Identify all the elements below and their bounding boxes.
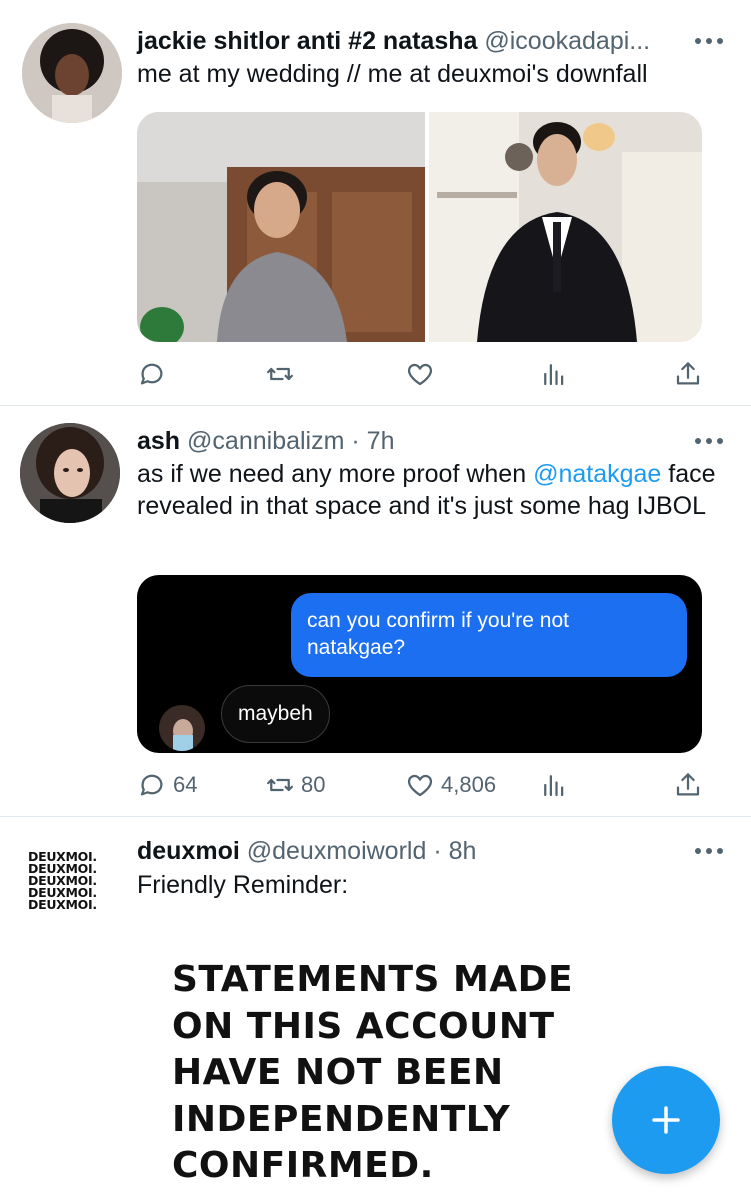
user-handle[interactable]: @deuxmoiworld	[247, 837, 427, 865]
reply-button[interactable]	[137, 356, 173, 392]
statement-line: HAVE NOT BEEN	[172, 1052, 504, 1093]
reply-message-text: maybeh	[238, 702, 313, 725]
like-button[interactable]: 4,806	[405, 767, 496, 803]
heart-icon	[407, 774, 433, 797]
tweet-text: as if we need any more proof when @natak…	[137, 458, 717, 522]
avatar-jackie[interactable]	[22, 23, 122, 123]
mention-link[interactable]: @natakgae	[533, 460, 661, 488]
text-part: as if we need any more proof when	[137, 460, 534, 488]
display-name[interactable]: deuxmoi	[137, 837, 240, 865]
heart-icon	[407, 363, 433, 386]
reply-icon	[140, 363, 163, 385]
tweet-time[interactable]: · 8h	[433, 837, 476, 865]
analytics-icon	[544, 364, 564, 386]
retweet-icon	[267, 778, 293, 792]
compose-tweet-button[interactable]	[612, 1066, 720, 1174]
tweet-actions	[137, 356, 702, 392]
more-options-icon[interactable]	[695, 436, 723, 446]
statement-line: INDEPENDENTLY	[172, 1098, 511, 1140]
more-options-icon[interactable]	[695, 846, 723, 856]
statement-image[interactable]: STATEMENTS MADE ON THIS ACCOUNT HAVE NOT…	[172, 957, 652, 1190]
display-name[interactable]: jackie shitlor anti #2 natasha	[137, 27, 477, 55]
tweet-actions: 64 80 4,806	[137, 767, 702, 803]
tweet-text: Friendly Reminder:	[137, 871, 349, 899]
tweet-screenshot[interactable]: can you confirm if you're not natakgae? …	[137, 575, 702, 753]
tweet-time[interactable]: · 7h	[351, 427, 394, 455]
analytics-icon	[544, 775, 564, 797]
like-button[interactable]	[405, 356, 441, 392]
statement-line: ON THIS ACCOUNT	[172, 1005, 555, 1047]
display-name[interactable]: ash	[137, 427, 180, 455]
tweet-header: ash @cannibalizm · 7h	[137, 426, 394, 456]
statement-line: STATEMENTS MADE	[172, 959, 574, 1000]
sent-message-bubble: can you confirm if you're not natakgae?	[291, 593, 687, 677]
tweet-text: me at my wedding // me at deuxmoi's down…	[137, 60, 648, 88]
like-count: 4,806	[441, 772, 497, 797]
avatar-line: DEUXMOI.	[28, 897, 97, 912]
avatar-deuxmoi[interactable]: DEUXMOI. DEUXMOI. DEUXMOI. DEUXMOI. DEUX…	[28, 850, 118, 912]
reply-icon	[140, 774, 163, 796]
reply-message-bubble: maybeh	[221, 685, 330, 743]
share-icon	[676, 362, 700, 385]
sender-avatar	[159, 705, 205, 751]
tweet-photo[interactable]	[137, 112, 702, 342]
analytics-button[interactable]	[539, 356, 569, 392]
tweet-header: jackie shitlor anti #2 natasha @icookada…	[137, 26, 650, 56]
user-handle[interactable]: @cannibalizm	[187, 427, 344, 455]
avatar-ash[interactable]	[20, 423, 120, 523]
tweet-1[interactable]: jackie shitlor anti #2 natasha @icookada…	[0, 0, 751, 405]
share-button[interactable]	[673, 767, 703, 803]
reply-button[interactable]: 64	[137, 767, 197, 803]
analytics-button[interactable]	[539, 767, 569, 803]
tweet-2[interactable]: ash @cannibalizm · 7h as if we need any …	[0, 406, 751, 816]
retweet-button[interactable]	[265, 356, 301, 392]
retweet-count: 80	[301, 772, 326, 797]
user-handle[interactable]: @icookadapi...	[484, 27, 650, 55]
more-options-icon[interactable]	[695, 36, 723, 46]
sent-message-text: can you confirm if you're not natakgae?	[307, 609, 569, 659]
retweet-button[interactable]: 80	[265, 767, 325, 803]
tweet-header: deuxmoi @deuxmoiworld · 8h	[137, 836, 476, 866]
statement-line: CONFIRMED.	[172, 1145, 434, 1186]
share-icon	[676, 773, 700, 796]
plus-icon	[652, 1106, 680, 1134]
share-button[interactable]	[673, 356, 703, 392]
retweet-icon	[267, 367, 293, 381]
reply-count: 64	[173, 772, 198, 797]
